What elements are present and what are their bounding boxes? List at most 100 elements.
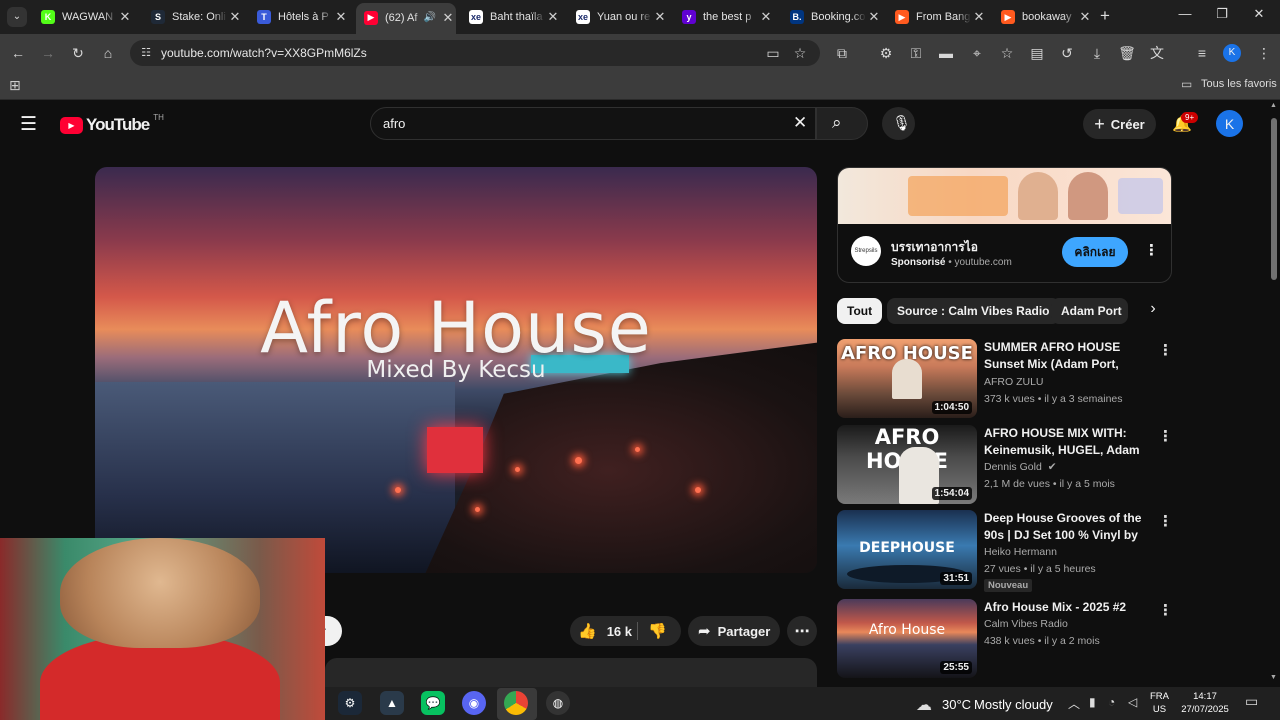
more-options-icon[interactable]: ⋮ <box>1158 512 1173 530</box>
tab-close-icon[interactable]: ✕ <box>333 9 349 25</box>
minimize-button[interactable]: — <box>1170 6 1200 21</box>
video-title[interactable]: SUMMER AFRO HOUSE Sunset Mix (Adam Port,… <box>984 339 1154 373</box>
browser-tab[interactable]: T Hôtels à P ✕ <box>249 4 349 30</box>
browser-tab[interactable]: ▶ From Bang ✕ <box>887 4 987 30</box>
delete-icon[interactable]: 🗑 <box>1117 44 1137 62</box>
reading-list-icon[interactable]: ▤ <box>1027 44 1047 62</box>
sponsored-ad-card[interactable]: Strepsils บรรเทาอาการไอ Sponsorisé • you… <box>837 167 1172 283</box>
browser-menu-icon[interactable]: ⋮ <box>1254 44 1274 62</box>
app-icon-arrow[interactable]: ▲ <box>380 691 404 715</box>
browser-tab[interactable]: ▶ bookaway ✕ <box>993 4 1093 30</box>
translate-icon[interactable]: 文 <box>1147 44 1167 62</box>
list-item[interactable]: Afro House 25:55 Afro House Mix - 2025 #… <box>837 599 1182 679</box>
list-item[interactable]: DEEPHOUSE 31:51 Deep House Grooves of th… <box>837 510 1182 592</box>
tab-close-icon[interactable]: ✕ <box>117 9 133 25</box>
browser-tab[interactable]: xe Baht thaïla ✕ <box>461 4 561 30</box>
video-thumbnail[interactable]: AFRO HOUSE 1:04:50 <box>837 339 977 418</box>
more-options-icon[interactable]: ⋮ <box>1158 427 1173 445</box>
steam-icon[interactable]: ⚙ <box>338 691 362 715</box>
video-thumbnail[interactable]: Afro House 25:55 <box>837 599 977 678</box>
ad-banner-image[interactable] <box>838 168 1171 224</box>
search-box[interactable] <box>370 107 816 140</box>
back-button[interactable]: ← <box>8 44 28 62</box>
favorites-icon[interactable]: ☆ <box>997 44 1017 62</box>
scrollbar-thumb[interactable] <box>1271 118 1277 280</box>
more-actions-button[interactable]: ⋯ <box>787 616 817 646</box>
weather-temp[interactable]: 30°C <box>942 697 971 712</box>
history-icon[interactable]: ↺ <box>1057 44 1077 62</box>
channel-name[interactable]: Heiko Hermann <box>984 546 1057 558</box>
weather-cloud-icon[interactable]: ☁ <box>916 695 932 715</box>
new-tab-button[interactable]: + <box>1100 6 1110 26</box>
password-key-icon[interactable]: ⚿ <box>906 44 926 62</box>
video-player[interactable]: Afro House Mixed By Kecsu <box>95 167 817 573</box>
tray-overflow-icon[interactable]: ︿ <box>1068 695 1080 712</box>
tab-close-icon[interactable]: ✕ <box>652 9 668 25</box>
apps-grid-icon[interactable]: ⊞ <box>9 77 21 94</box>
tray-network-icon[interactable]: ◔ <box>1108 695 1115 709</box>
tab-close-icon[interactable]: ✕ <box>866 9 882 25</box>
input-language[interactable]: FRA US <box>1150 690 1169 716</box>
chip-source-channel[interactable]: Source : Calm Vibes Radio <box>887 298 1060 324</box>
more-options-icon[interactable]: ⋮ <box>1158 341 1173 359</box>
all-bookmarks-folder-icon[interactable]: ▭ <box>1181 77 1192 91</box>
create-button[interactable]: + Créer <box>1083 109 1156 139</box>
wechat-icon[interactable]: 💬 <box>421 691 445 715</box>
browser-tab[interactable]: xe Yuan ou re ✕ <box>568 4 668 30</box>
channel-name[interactable]: Dennis Gold <box>984 461 1042 473</box>
tab-close-icon[interactable]: ✕ <box>545 9 561 25</box>
youtube-logo[interactable]: ▶ YouTube TH <box>60 113 164 135</box>
account-avatar[interactable]: K <box>1216 110 1243 137</box>
scroll-down-arrow-icon[interactable]: ▼ <box>1270 674 1277 681</box>
more-options-icon[interactable]: ⋮ <box>1158 601 1173 619</box>
tab-search-button[interactable]: ⌄ <box>7 7 27 27</box>
location-icon[interactable]: ⌖ <box>967 44 987 62</box>
forward-button[interactable]: → <box>38 44 58 62</box>
ad-title[interactable]: บรรเทาอาการไอ <box>891 238 978 257</box>
tab-close-icon[interactable]: ✕ <box>440 10 456 26</box>
extensions-icon[interactable]: ⧉ <box>832 44 852 62</box>
channel-name[interactable]: AFRO ZULU <box>984 376 1044 388</box>
chips-next-arrow-icon[interactable]: › <box>1140 300 1166 322</box>
video-title[interactable]: AFRO HOUSE MIX WITH: Keinemusik, HUGEL, … <box>984 425 1154 459</box>
notification-center-icon[interactable]: ▭ <box>1245 693 1258 710</box>
ad-cta-button[interactable]: คลิกเลย <box>1062 237 1128 267</box>
video-thumbnail[interactable]: DEEPHOUSE 31:51 <box>837 510 977 589</box>
tray-usb-icon[interactable]: ▮ <box>1089 695 1096 709</box>
chip-adam-port[interactable]: Adam Port <box>1051 298 1128 324</box>
search-button[interactable] <box>816 107 868 140</box>
home-button[interactable]: ⌂ <box>98 44 118 62</box>
tray-volume-icon[interactable]: ◁ <box>1128 695 1137 709</box>
browser-tab[interactable]: K WAGWAN ✕ <box>33 4 133 30</box>
description-box[interactable] <box>325 658 817 688</box>
video-title[interactable]: Deep House Grooves of the 90s | DJ Set 1… <box>984 510 1154 544</box>
close-window-button[interactable]: ✕ <box>1244 6 1274 22</box>
chrome-icon[interactable] <box>504 691 528 715</box>
ad-advertiser-logo[interactable]: Strepsils <box>851 236 881 266</box>
cast-icon[interactable]: ▭ <box>763 44 783 62</box>
video-title[interactable]: Afro House Mix - 2025 #2 <box>984 599 1154 616</box>
dislike-button[interactable]: 👎 <box>648 622 667 640</box>
browser-tab[interactable]: S Stake: Onli ✕ <box>143 4 243 30</box>
ad-menu-icon[interactable]: ⋮ <box>1144 241 1159 259</box>
search-input[interactable]: afro <box>383 116 405 131</box>
clear-search-icon[interactable]: ✕ <box>793 113 807 133</box>
payment-card-icon[interactable]: ▬ <box>936 44 956 62</box>
maximize-button[interactable]: ❐ <box>1207 6 1237 22</box>
tab-close-icon[interactable]: ✕ <box>1077 9 1093 25</box>
like-button[interactable]: 👍 16 k <box>578 616 632 646</box>
tab-close-icon[interactable]: ✕ <box>971 9 987 25</box>
tab-audio-icon[interactable]: 🔊 <box>424 12 436 23</box>
tab-close-icon[interactable]: ✕ <box>758 9 774 25</box>
all-bookmarks-label[interactable]: Tous les favoris <box>1201 78 1277 90</box>
url-text[interactable]: youtube.com/watch?v=XX8GPmM6lZs <box>161 46 367 60</box>
share-button[interactable]: ➦ Partager <box>688 616 780 646</box>
browser-profile-avatar[interactable]: K <box>1223 44 1241 62</box>
obs-icon[interactable]: ◍ <box>546 691 570 715</box>
browser-tab[interactable]: B. Booking.co ✕ <box>782 4 882 30</box>
system-clock[interactable]: 14:17 27/07/2025 <box>1180 690 1230 716</box>
tab-close-icon[interactable]: ✕ <box>227 9 243 25</box>
video-thumbnail[interactable]: AFRO HOUSE 1:54:04 <box>837 425 977 504</box>
channel-name[interactable]: Calm Vibes Radio <box>984 618 1068 630</box>
media-control-icon[interactable]: ≡ <box>1192 44 1212 62</box>
